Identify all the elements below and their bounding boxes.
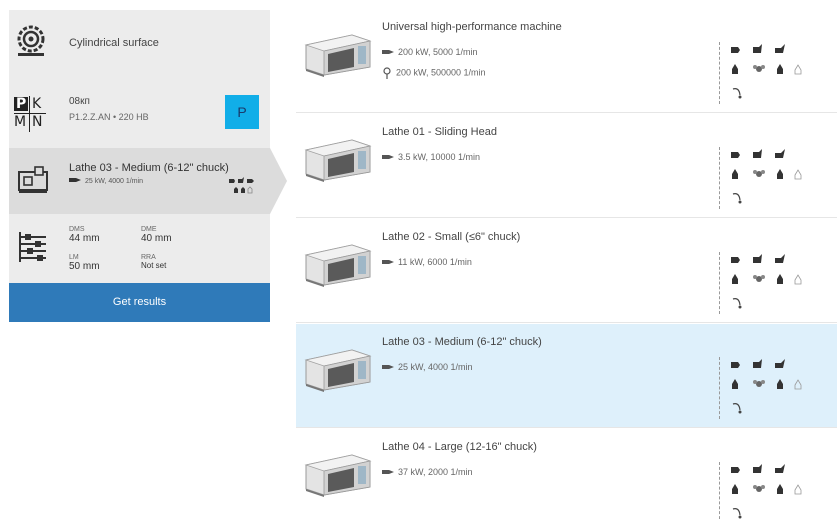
machine-row-5[interactable]: Lathe 04 - Large (12-16" chuck) 37 kW, 2…	[296, 429, 837, 519]
material-group-badge: P	[225, 95, 259, 129]
machine-thumbnail	[302, 27, 374, 82]
machine-row-1[interactable]: Universal high-performance machine 200 k…	[296, 9, 837, 113]
machine-capabilities-mini	[227, 176, 255, 201]
column-divider	[719, 252, 720, 314]
machine-thumbnail	[302, 342, 374, 397]
machine-name: Lathe 03 - Medium (6-12" chuck)	[382, 336, 542, 348]
dme-field: DME 40 mm	[141, 226, 172, 244]
material-name: 08кп	[69, 96, 90, 107]
cylinder-tool-icon	[15, 24, 49, 63]
machine-capabilities	[729, 358, 819, 425]
machine-spec-spindle-text: 11 kW, 6000 1/min	[398, 257, 472, 267]
get-results-button[interactable]: Get results	[9, 283, 270, 322]
machine-name: Lathe 02 - Small (≤6" chuck)	[382, 231, 521, 243]
machine-row-2[interactable]: Lathe 01 - Sliding Head 3.5 kW, 10000 1/…	[296, 114, 837, 218]
dimensions-icon	[17, 230, 49, 269]
operation-label: Cylindrical surface	[69, 37, 159, 49]
machine-capabilities	[729, 148, 819, 215]
machine-capabilities	[729, 253, 819, 320]
machine-spec-spindle: 11 kW, 6000 1/min	[382, 257, 472, 267]
machine-spec-secondary: 200 kW, 500000 1/min	[382, 67, 486, 79]
operation-step[interactable]: Cylindrical surface	[9, 10, 270, 74]
column-divider	[719, 462, 720, 519]
process-sidebar: Cylindrical surface PKMN 08кп P1.2.Z.AN …	[9, 10, 287, 322]
machine-capabilities	[729, 43, 819, 110]
machine-spec-spindle: 37 kW, 2000 1/min	[382, 467, 473, 477]
selected-machine-spec: 25 kW, 4000 1/min	[69, 178, 143, 185]
column-divider	[719, 357, 720, 419]
machine-name: Universal high-performance machine	[382, 21, 562, 33]
machine-spec-secondary-text: 200 kW, 500000 1/min	[396, 67, 486, 78]
dimensions-step[interactable]: DMS 44 mm DME 40 mm LM 50 mm RRA Not set	[9, 214, 270, 286]
machine-thumbnail	[302, 447, 374, 502]
pkmn-material-icon: PKMN	[14, 96, 46, 132]
rra-field: RRA Not set	[141, 254, 167, 270]
machine-icon	[17, 164, 49, 199]
machine-spec-spindle: 25 kW, 4000 1/min	[382, 362, 473, 372]
active-step-arrow	[270, 148, 287, 214]
machine-row-4[interactable]: Lathe 03 - Medium (6-12" chuck) 25 kW, 4…	[296, 324, 837, 428]
machine-spec-spindle-text: 3.5 kW, 10000 1/min	[398, 152, 481, 162]
machine-spec-spindle-text: 25 kW, 4000 1/min	[398, 362, 473, 372]
machine-name: Lathe 04 - Large (12-16" chuck)	[382, 441, 537, 453]
machine-capabilities	[729, 463, 819, 519]
machine-thumbnail	[302, 237, 374, 292]
machine-thumbnail	[302, 132, 374, 187]
selected-machine-title: Lathe 03 - Medium (6-12" chuck)	[69, 162, 229, 174]
machine-spec-spindle: 200 kW, 5000 1/min	[382, 47, 478, 57]
dms-field: DMS 44 mm	[69, 226, 100, 244]
material-step[interactable]: PKMN 08кп P1.2.Z.AN • 220 HB P	[9, 74, 270, 152]
machine-row-3[interactable]: Lathe 02 - Small (≤6" chuck) 11 kW, 6000…	[296, 219, 837, 323]
machine-step[interactable]: Lathe 03 - Medium (6-12" chuck) 25 kW, 4…	[9, 148, 270, 214]
machine-spec-spindle-text: 37 kW, 2000 1/min	[398, 467, 473, 477]
column-divider	[719, 147, 720, 209]
machine-name: Lathe 01 - Sliding Head	[382, 126, 497, 138]
material-grade: P1.2.Z.AN • 220 HB	[69, 112, 149, 122]
machine-list: Universal high-performance machine 200 k…	[296, 9, 837, 519]
machine-spec-spindle-text: 200 kW, 5000 1/min	[398, 47, 478, 57]
selected-machine-spec-text: 25 kW, 4000 1/min	[85, 178, 143, 185]
lm-field: LM 50 mm	[69, 254, 100, 272]
column-divider	[719, 42, 720, 104]
machine-spec-spindle: 3.5 kW, 10000 1/min	[382, 152, 480, 162]
